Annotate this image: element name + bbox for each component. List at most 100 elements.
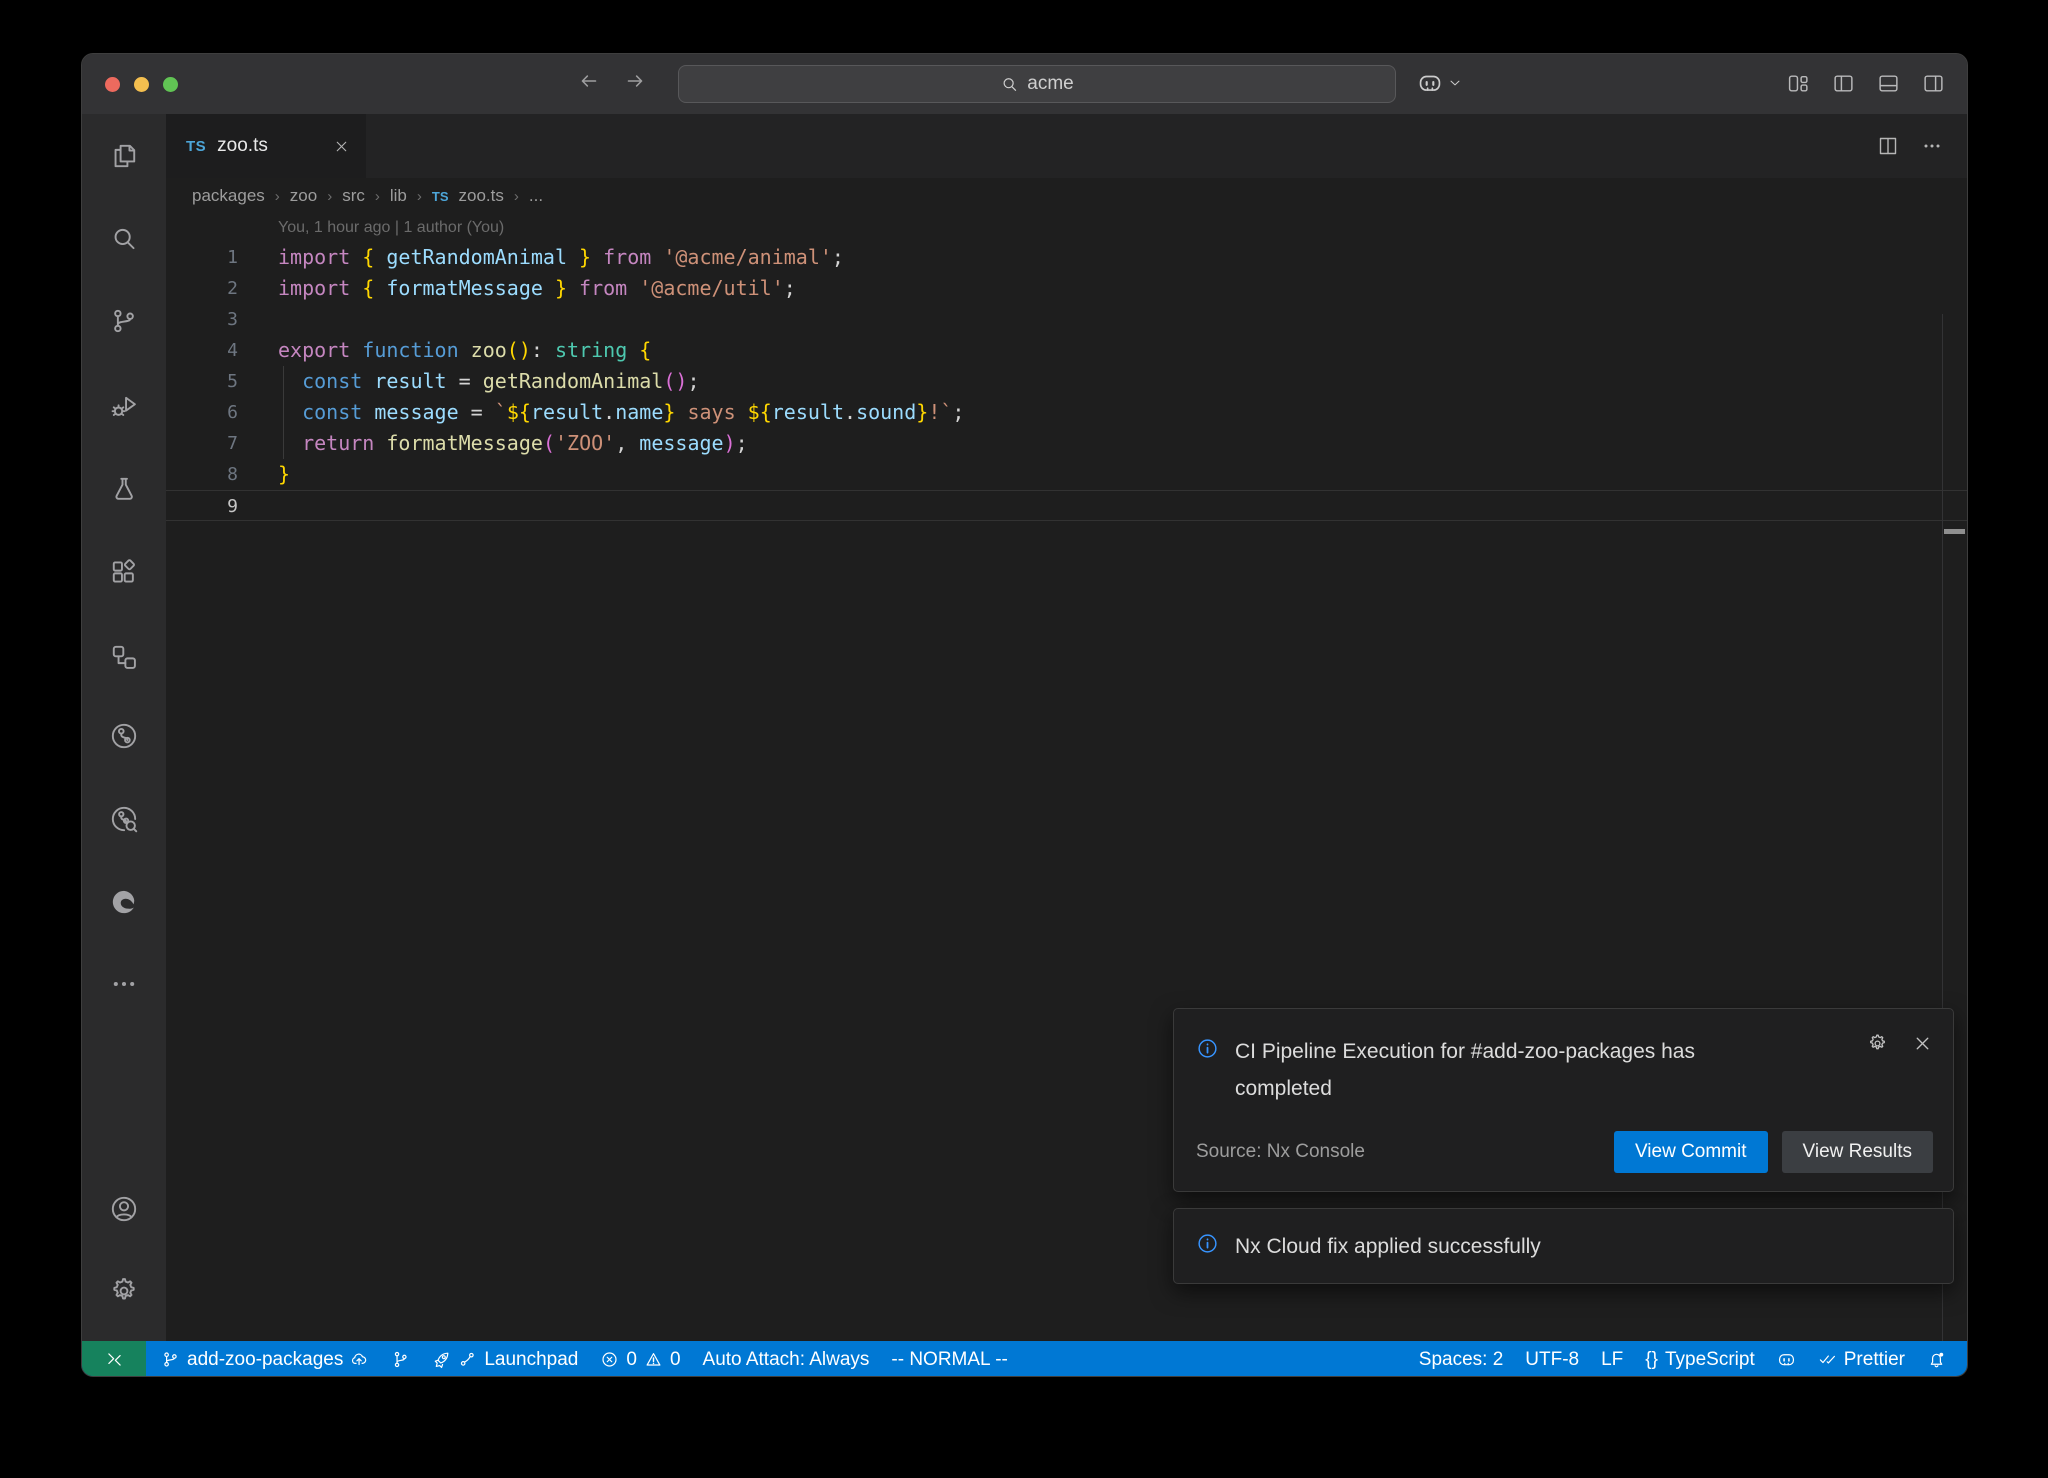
toggle-secondary-sidebar-icon[interactable] <box>1922 72 1945 95</box>
code-token <box>278 369 302 393</box>
close-window-button[interactable] <box>105 77 120 92</box>
code-token: import <box>278 245 362 269</box>
activity-bar-search[interactable] <box>109 224 139 254</box>
code-line: 3 <box>166 304 1967 335</box>
status-item-indentation[interactable]: Spaces: 2 <box>1408 1341 1515 1377</box>
activity-bar <box>82 114 166 1341</box>
copilot-icon <box>1777 1350 1796 1369</box>
info-icon <box>1196 1232 1219 1255</box>
line-number: 3 <box>166 304 238 335</box>
status-item-eol[interactable]: LF <box>1590 1341 1634 1377</box>
more-icon <box>109 969 139 999</box>
breadcrumb-item-src[interactable]: src <box>342 186 365 206</box>
line-number: 7 <box>166 428 238 459</box>
code-token: } <box>579 245 591 269</box>
forward-arrow-icon[interactable] <box>623 69 647 93</box>
remote-indicator[interactable] <box>82 1341 146 1377</box>
status-item-notifications-bell[interactable] <box>1916 1341 1957 1377</box>
typescript-file-icon: TS <box>432 189 449 204</box>
minimize-window-button[interactable] <box>134 77 149 92</box>
activity-bar-gitlens[interactable] <box>109 721 139 751</box>
status-text: Auto Attach: Always <box>703 1349 870 1371</box>
gear-icon[interactable] <box>1867 1033 1888 1054</box>
code-token: name <box>615 400 663 424</box>
activity-bar-explorer[interactable] <box>109 141 139 171</box>
code-token: says <box>675 400 747 424</box>
copilot-icon[interactable] <box>1417 70 1443 96</box>
code-text: export function zoo(): string { <box>238 335 651 366</box>
view-commit-button[interactable]: View Commit <box>1614 1131 1768 1173</box>
status-item-auto-attach[interactable]: Auto Attach: Always <box>692 1341 881 1377</box>
code-text: return formatMessage('ZOO', message); <box>238 428 748 459</box>
edge-icon <box>109 887 139 917</box>
activity-bar-source-control[interactable] <box>109 306 139 336</box>
line-number: 2 <box>166 273 238 304</box>
beaker-icon <box>109 474 139 504</box>
code-line: 5 const result = getRandomAnimal(); <box>166 366 1967 397</box>
code-token: message <box>639 431 723 455</box>
breadcrumb-item-zoo[interactable]: zoo <box>290 186 317 206</box>
code-token: ` <box>495 400 507 424</box>
customize-layout-icon[interactable] <box>1787 72 1810 95</box>
project-graph-icon <box>109 642 139 672</box>
status-item-git-branch[interactable]: add-zoo-packages <box>150 1341 380 1377</box>
activity-bar-run-debug[interactable] <box>109 391 139 421</box>
chevron-down-icon[interactable] <box>1447 75 1463 91</box>
activity-bar-extensions[interactable] <box>109 557 139 587</box>
tab-zoo-ts[interactable]: TS zoo.ts <box>166 114 366 178</box>
status-text: -- NORMAL -- <box>891 1349 1007 1371</box>
activity-bar-project-graph[interactable] <box>109 642 139 672</box>
status-text: add-zoo-packages <box>187 1349 343 1371</box>
code-token: ; <box>784 276 796 300</box>
more-actions-icon[interactable] <box>1921 135 1943 157</box>
status-item-commit-graph[interactable] <box>380 1341 421 1377</box>
code-token: result <box>531 400 603 424</box>
activity-bar-testing[interactable] <box>109 474 139 504</box>
rocket-icon <box>432 1350 451 1369</box>
gitlens-icon <box>109 721 139 751</box>
maximize-window-button[interactable] <box>163 77 178 92</box>
activity-bar-account[interactable] <box>109 1194 139 1224</box>
toggle-sidebar-icon[interactable] <box>1832 72 1855 95</box>
split-editor-icon[interactable] <box>1877 135 1899 157</box>
command-center-search[interactable]: acme <box>678 65 1396 103</box>
code-token: zoo <box>471 338 507 362</box>
status-item-formatter[interactable]: Prettier <box>1807 1341 1916 1377</box>
code-token: string <box>555 338 627 362</box>
toggle-panel-icon[interactable] <box>1877 72 1900 95</box>
status-text: 0 <box>626 1349 637 1371</box>
activity-bar-edge-devtools[interactable] <box>109 887 139 917</box>
activity-bar-gitlens-inspect[interactable] <box>109 804 139 834</box>
view-results-button[interactable]: View Results <box>1782 1131 1933 1173</box>
status-text: Spaces: 2 <box>1419 1349 1504 1371</box>
line-number: 8 <box>166 459 238 490</box>
activity-bar-more-views[interactable] <box>109 969 139 999</box>
status-item-copilot-status[interactable] <box>1766 1341 1807 1377</box>
tab-bar: TS zoo.ts <box>166 114 1967 178</box>
account-icon <box>109 1194 139 1224</box>
code-token: () <box>663 369 687 393</box>
code-token: : <box>531 338 555 362</box>
status-item-problems[interactable]: 00 <box>589 1341 691 1377</box>
code-token: result <box>772 400 844 424</box>
status-item-encoding[interactable]: UTF-8 <box>1514 1341 1590 1377</box>
notification-toast: Nx Cloud fix applied successfully <box>1173 1208 1954 1284</box>
close-icon[interactable] <box>1912 1033 1933 1054</box>
code-text: import { getRandomAnimal } from '@acme/a… <box>238 242 844 273</box>
line-number: 6 <box>166 397 238 428</box>
code-token: return <box>302 431 386 455</box>
status-item-language-mode[interactable]: {}TypeScript <box>1634 1341 1765 1377</box>
breadcrumb-item-packages[interactable]: packages <box>192 186 265 206</box>
activity-bar-settings[interactable] <box>109 1276 139 1306</box>
status-item-launchpad[interactable]: Launchpad <box>421 1341 589 1377</box>
breadcrumb-item-file[interactable]: zoo.ts <box>459 186 504 206</box>
back-arrow-icon[interactable] <box>577 69 601 93</box>
code-token: from <box>591 245 663 269</box>
breadcrumb-symbol-ellipsis[interactable]: ... <box>529 186 543 206</box>
tab-close-icon[interactable] <box>333 138 350 155</box>
notification-source: Source: Nx Console <box>1196 1141 1365 1163</box>
breadcrumb-item-lib[interactable]: lib <box>390 186 407 206</box>
status-item-vim-mode[interactable]: -- NORMAL -- <box>880 1341 1018 1377</box>
code-token: } <box>278 462 290 486</box>
files-icon <box>109 141 139 171</box>
